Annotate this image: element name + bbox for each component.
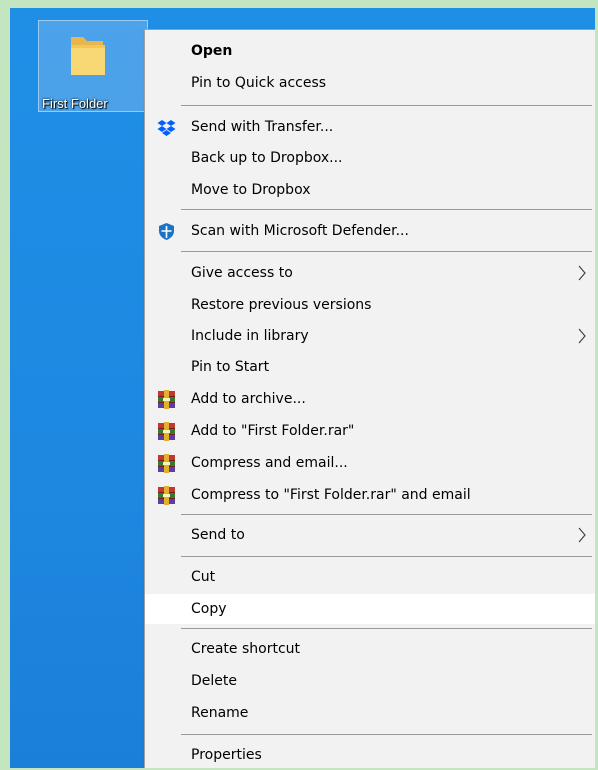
menu-item-copy[interactable]: Copy	[145, 594, 595, 624]
menu-item-back-up-to-dropbox[interactable]: Back up to Dropbox...	[145, 143, 595, 173]
menu-item-label: Compress to "First Folder.rar" and email	[191, 487, 471, 503]
menu-item-delete[interactable]: Delete	[145, 666, 595, 696]
menu-item-rename[interactable]: Rename	[145, 698, 595, 728]
menu-separator	[181, 105, 592, 106]
menu-item-label: Send to	[191, 527, 245, 543]
dropbox-icon	[157, 120, 176, 136]
menu-item-create-shortcut[interactable]: Create shortcut	[145, 634, 595, 664]
menu-item-label: Restore previous versions	[191, 297, 372, 313]
menu-item-label: Properties	[191, 747, 262, 763]
desktop-folder-first-folder[interactable]: First Folder	[38, 20, 148, 112]
menu-item-add-to-rar[interactable]: Add to "First Folder.rar"	[145, 416, 595, 446]
menu-item-pin-to-start[interactable]: Pin to Start	[145, 352, 595, 382]
menu-item-label: Pin to Start	[191, 359, 270, 375]
menu-item-label: Back up to Dropbox...	[191, 150, 343, 166]
context-menu: Open Pin to Quick access Send with Trans…	[144, 29, 595, 768]
menu-item-send-with-transfer[interactable]: Send with Transfer...	[145, 112, 595, 142]
desktop-background: First Folder Open Pin to Quick access Se…	[10, 8, 595, 768]
winrar-icon	[157, 454, 176, 473]
menu-item-label: Pin to Quick access	[191, 75, 327, 91]
menu-item-properties[interactable]: Properties	[145, 740, 595, 768]
menu-item-send-to[interactable]: Send to	[145, 520, 595, 550]
menu-item-label: Compress and email...	[191, 455, 348, 471]
menu-separator	[181, 514, 592, 515]
menu-item-move-to-dropbox[interactable]: Move to Dropbox	[145, 175, 595, 205]
menu-item-label: Move to Dropbox	[191, 182, 311, 198]
menu-item-label: Delete	[191, 673, 237, 689]
menu-item-scan-with-defender[interactable]: Scan with Microsoft Defender...	[145, 216, 595, 246]
menu-item-restore-previous-versions[interactable]: Restore previous versions	[145, 290, 595, 320]
menu-item-add-to-archive[interactable]: Add to archive...	[145, 384, 595, 414]
menu-item-open[interactable]: Open	[145, 36, 595, 66]
defender-shield-icon	[159, 223, 174, 240]
winrar-icon	[157, 390, 176, 409]
winrar-icon	[157, 422, 176, 441]
menu-item-label: Create shortcut	[191, 641, 301, 657]
chevron-right-icon	[577, 526, 587, 544]
menu-item-include-in-library[interactable]: Include in library	[145, 321, 595, 351]
menu-item-label: Add to archive...	[191, 391, 306, 407]
menu-item-label: Scan with Microsoft Defender...	[191, 223, 409, 239]
winrar-icon	[157, 486, 176, 505]
menu-item-label: Copy	[191, 601, 227, 617]
menu-item-compress-and-email[interactable]: Compress and email...	[145, 448, 595, 478]
menu-item-label: Open	[191, 43, 233, 59]
menu-item-pin-to-quick-access[interactable]: Pin to Quick access	[145, 68, 595, 98]
menu-separator	[181, 251, 592, 252]
menu-separator	[181, 628, 592, 629]
menu-item-cut[interactable]: Cut	[145, 562, 595, 592]
folder-icon	[71, 37, 105, 75]
menu-separator	[181, 556, 592, 557]
menu-separator	[181, 209, 592, 210]
chevron-right-icon	[577, 327, 587, 345]
menu-item-label: Include in library	[191, 328, 309, 344]
menu-item-label: Add to "First Folder.rar"	[191, 423, 355, 439]
menu-item-compress-to-rar-and-email[interactable]: Compress to "First Folder.rar" and email	[145, 480, 595, 510]
menu-item-label: Rename	[191, 705, 249, 721]
menu-item-label: Send with Transfer...	[191, 119, 334, 135]
chevron-right-icon	[577, 264, 587, 282]
menu-item-label: Give access to	[191, 265, 293, 281]
menu-item-label: Cut	[191, 569, 216, 585]
desktop-icon-label: First Folder	[42, 96, 108, 111]
menu-separator	[181, 734, 592, 735]
menu-item-give-access-to[interactable]: Give access to	[145, 258, 595, 288]
